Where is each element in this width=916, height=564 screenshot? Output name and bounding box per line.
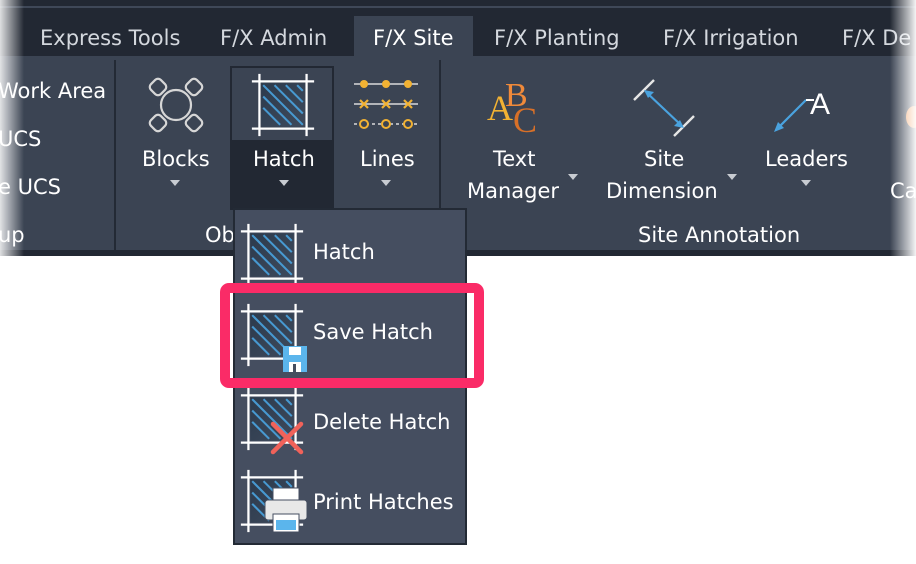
blocks-icon [148,77,204,133]
site-dimension-label-2: Dimension [606,179,718,203]
chevron-down-icon [279,180,289,186]
ribbon-tab-bar: Express Tools F/X Admin F/X Site F/X Pla… [0,8,916,56]
menu-item-label: Delete Hatch [313,410,451,434]
hatch-button[interactable]: Hatch [230,66,334,210]
text-manager-label-2: Manager [467,179,560,203]
chevron-down-icon [727,174,737,180]
right-fade [890,0,916,256]
chevron-down-icon [170,180,180,186]
tab-fx-irrigation[interactable]: F/X Irrigation [663,16,799,56]
menu-item-label: Print Hatches [313,490,454,514]
menu-item-delete-hatch[interactable]: Delete Hatch [235,384,465,464]
tab-fx-planting[interactable]: F/X Planting [494,16,620,56]
site-dimension-icon [633,79,695,137]
tab-fx-admin[interactable]: F/X Admin [220,16,327,56]
tab-express-tools[interactable]: Express Tools [40,16,180,56]
chevron-down-icon [568,174,578,180]
site-annotation-group-label: Site Annotation [638,223,801,247]
text-manager-label-1: Text [493,147,536,171]
panel-separator [439,60,441,212]
text-manager-icon: A B C [487,77,537,136]
tab-fx-site[interactable]: F/X Site [354,16,473,56]
menu-item-label: Hatch [313,240,375,264]
hatch-icon [250,72,316,138]
title-bar [0,0,916,8]
save-hatch-highlight-box [220,283,484,388]
chevron-down-icon [381,180,391,186]
leaders-icon: A [774,88,830,132]
leaders-label: Leaders [765,147,848,171]
left-fade [0,0,24,256]
svg-text:C: C [513,100,537,136]
hatch-icon [239,222,305,288]
site-dimension-label-1: Site [644,147,685,171]
delete-hatch-icon [239,386,305,455]
menu-item-print-hatches[interactable]: Print Hatches [235,464,465,544]
panel-separator [114,60,116,250]
menu-item-hatch[interactable]: Hatch [235,214,465,294]
print-hatches-icon [239,468,308,534]
blocks-label: Blocks [142,147,210,171]
hatch-label: Hatch [253,147,315,171]
chevron-down-icon [801,180,811,186]
lines-icon [354,80,418,129]
objects-group-label: Ob [205,223,235,247]
lines-label: Lines [360,147,415,171]
svg-text:A: A [810,88,830,121]
